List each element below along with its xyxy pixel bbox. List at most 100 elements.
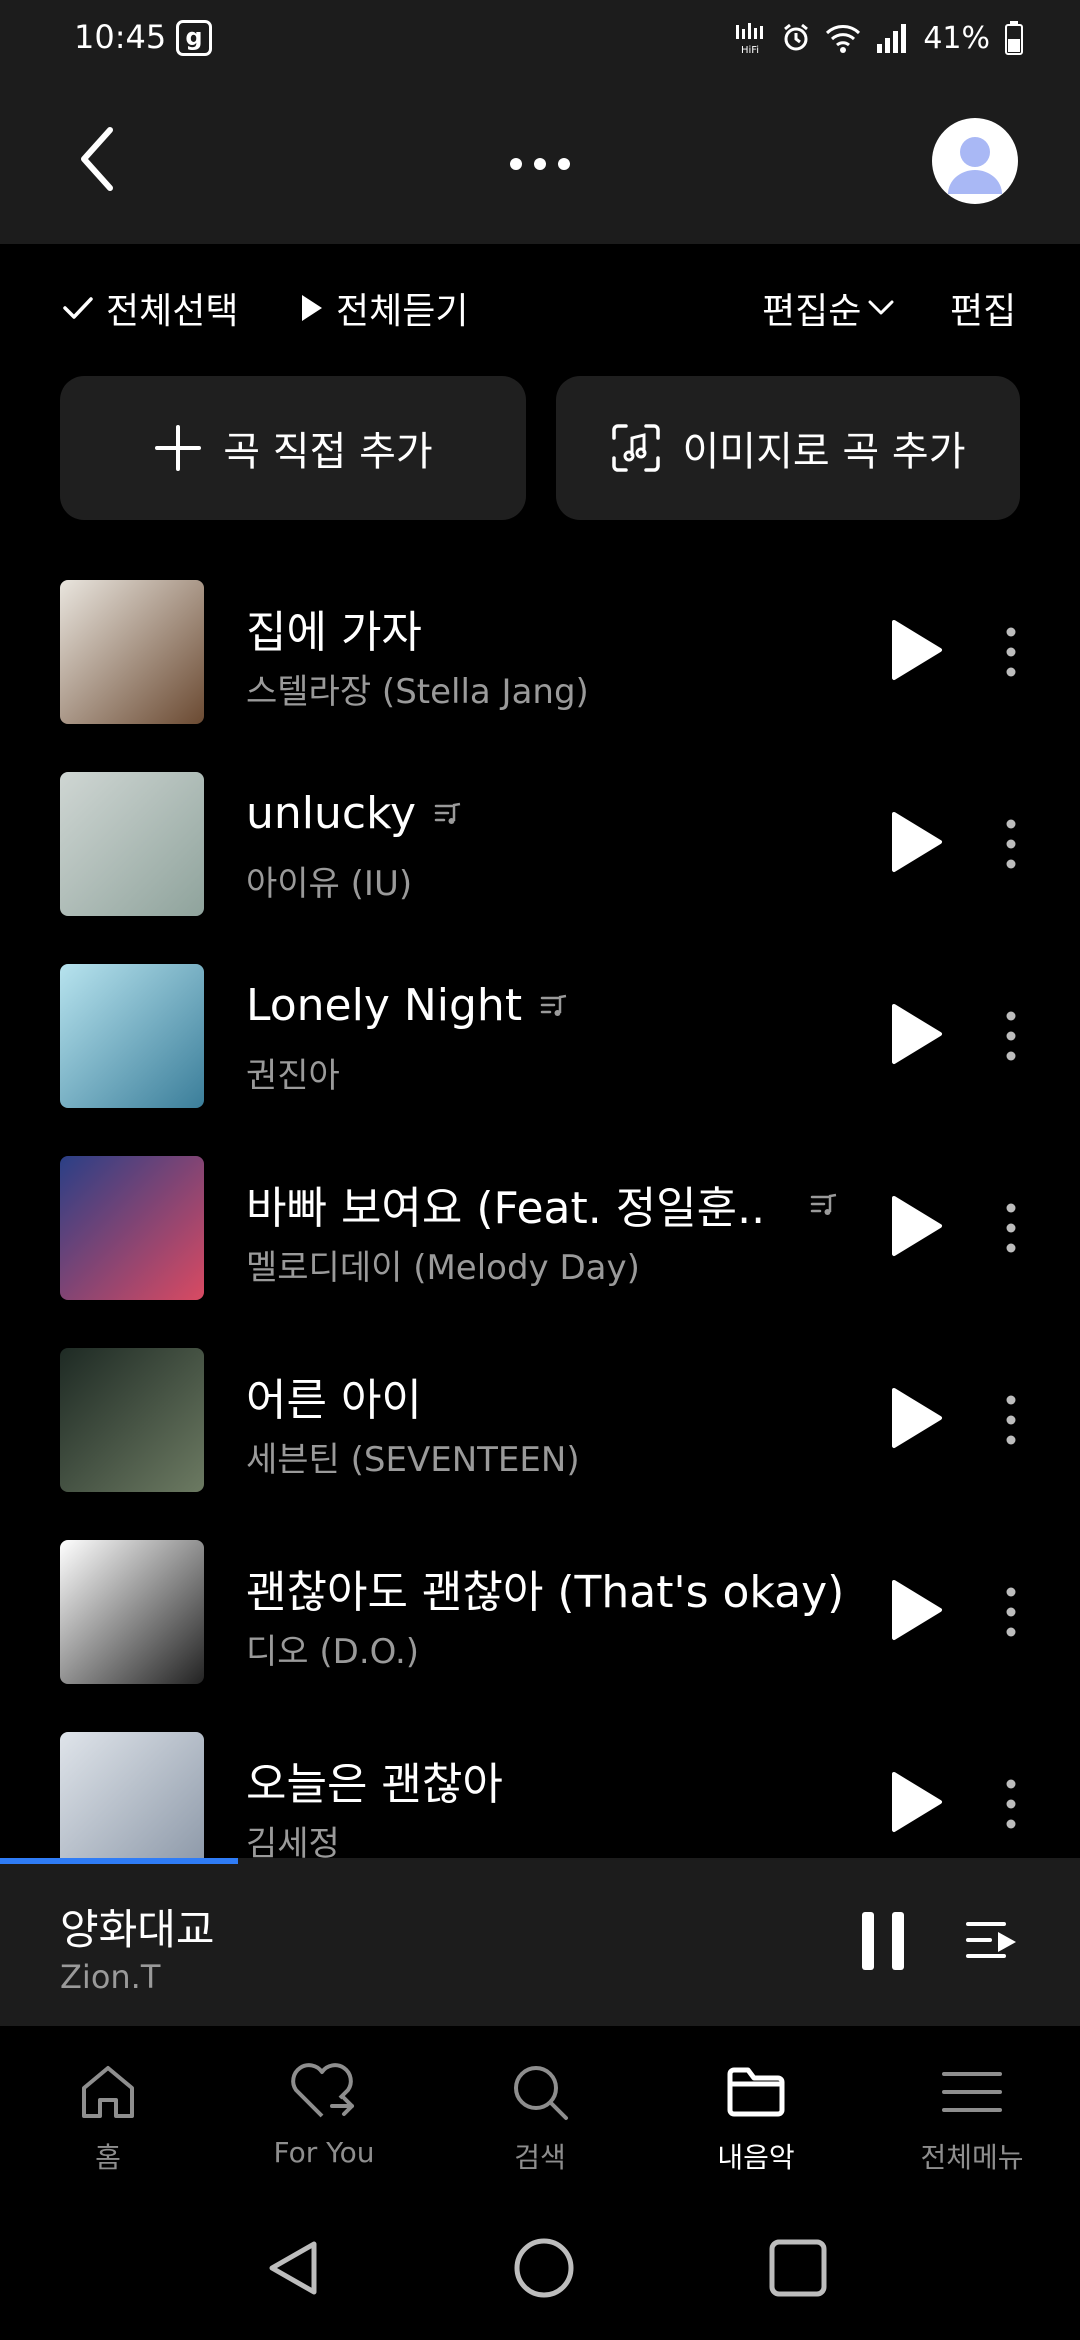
search-icon — [514, 2066, 568, 2120]
nav-search[interactable]: 검색 — [432, 2060, 648, 2190]
song-title: 어른 아이 — [246, 1375, 422, 1426]
album-art[interactable] — [60, 1348, 204, 1492]
song-title-row[interactable]: 어른 아이 — [246, 1364, 422, 1428]
song-artist[interactable]: 세븐틴 (SEVENTEEN) — [246, 1432, 580, 1481]
song-more-button[interactable] — [996, 814, 1026, 874]
song-row[interactable]: Lonely Night 권진아 — [0, 950, 1080, 1142]
song-row[interactable]: unlucky 아이유 (IU) — [0, 758, 1080, 950]
song-artist[interactable]: 멜로디데이 (Melody Day) — [246, 1240, 640, 1289]
nav-home-label: 홈 — [95, 2141, 121, 2174]
song-artist[interactable]: 김세정 — [246, 1816, 340, 1860]
notification-badge: g — [176, 20, 212, 56]
song-title-row[interactable]: Lonely Night — [246, 980, 568, 1031]
album-art[interactable] — [60, 964, 204, 1108]
svg-text:HiFi: HiFi — [741, 45, 759, 55]
system-recents-icon[interactable] — [766, 2236, 830, 2300]
alarm-icon — [784, 23, 809, 51]
system-navigation-bar — [0, 2200, 1080, 2340]
song-title-row[interactable]: 괜찮아도 괜찮아 (That's okay) — [246, 1556, 844, 1620]
song-row[interactable]: 괜찮아도 괜찮아 (That's okay) 디오 (D.O.) — [0, 1526, 1080, 1718]
add-song-direct-button[interactable]: 곡 직접 추가 — [60, 376, 526, 520]
play-song-button[interactable] — [888, 1002, 944, 1066]
song-list: 집에 가자스텔라장 (Stella Jang) unlucky 아이유 (IU) Lo… — [0, 566, 1080, 1860]
mini-player[interactable]: 양화대교 Zion.T — [0, 1864, 1080, 2026]
system-back-icon[interactable] — [262, 2236, 326, 2300]
album-art[interactable] — [60, 1540, 204, 1684]
edit-button[interactable]: 편집 — [950, 282, 1016, 334]
nav-my-music-label: 내음악 — [717, 2141, 795, 2174]
check-icon — [63, 297, 93, 319]
album-art[interactable] — [60, 772, 204, 916]
song-row[interactable]: 오늘은 괜찮아 김세정 — [0, 1718, 1080, 1860]
play-song-button[interactable] — [888, 1386, 944, 1450]
song-title-row[interactable]: 오늘은 괜찮아 — [246, 1748, 503, 1812]
song-title: 집에 가자 — [246, 607, 422, 658]
song-row[interactable]: 어른 아이세븐틴 (SEVENTEEN) — [0, 1334, 1080, 1526]
song-artist[interactable]: 스텔라장 (Stella Jang) — [246, 664, 589, 713]
nav-all-menu[interactable]: 전체메뉴 — [864, 2060, 1080, 2190]
plus-icon — [155, 425, 202, 471]
song-title-row[interactable]: 바빠 보여요 (Feat. 정일훈.. — [246, 1172, 765, 1236]
heart-icon — [291, 2063, 354, 2118]
play-all-label: 전체듣기 — [336, 291, 469, 332]
song-artist[interactable]: 권진아 — [246, 1048, 340, 1097]
add-image-label: 이미지로 곡 추가 — [682, 429, 966, 475]
status-bar: 10:45 g HiFi 41% — [0, 0, 1080, 78]
play-song-button[interactable] — [888, 1578, 944, 1642]
scan-music-icon — [612, 424, 661, 472]
folder-icon — [727, 2067, 785, 2117]
song-artist[interactable]: 아이유 (IU) — [246, 856, 412, 905]
status-icons: HiFi 41% — [733, 16, 1024, 60]
album-art[interactable] — [60, 1732, 204, 1860]
header — [0, 78, 1080, 244]
menu-icon — [942, 2072, 1002, 2112]
nav-for-you[interactable]: For You — [216, 2060, 432, 2190]
add-song-by-image-button[interactable]: 이미지로 곡 추가 — [556, 376, 1020, 520]
wifi-icon — [826, 25, 861, 53]
status-time: 10:45 — [74, 18, 167, 56]
nav-all-menu-label: 전체메뉴 — [920, 2141, 1024, 2174]
nav-search-label: 검색 — [514, 2141, 566, 2174]
avatar[interactable] — [932, 118, 1018, 204]
song-more-button[interactable] — [996, 1390, 1026, 1450]
play-song-button[interactable] — [888, 810, 944, 874]
lyrics-icon — [540, 994, 567, 1016]
play-song-button[interactable] — [888, 1770, 944, 1834]
more-options-button[interactable] — [500, 126, 580, 196]
lyrics-icon — [434, 802, 461, 824]
user-icon — [948, 137, 1002, 194]
battery-percent: 41% — [923, 20, 990, 56]
play-song-button[interactable] — [888, 618, 944, 682]
chevron-down-icon — [868, 300, 894, 315]
lyrics-icon — [810, 1193, 837, 1215]
song-more-button[interactable] — [996, 1582, 1026, 1642]
song-title: 괜찮아도 괜찮아 (That's okay) — [246, 1567, 845, 1618]
song-more-button[interactable] — [996, 1198, 1026, 1258]
select-all-button[interactable]: 전체선택 — [62, 282, 238, 334]
play-all-button[interactable]: 전체듣기 — [300, 282, 468, 334]
sort-label: 편집순 — [762, 291, 862, 332]
hifi-icon: HiFi — [736, 23, 764, 55]
song-more-button[interactable] — [996, 1774, 1026, 1834]
select-all-label: 전체선택 — [106, 291, 239, 332]
album-art[interactable] — [60, 1156, 204, 1300]
play-song-button[interactable] — [888, 1194, 944, 1258]
play-icon — [302, 295, 322, 321]
song-more-button[interactable] — [996, 1006, 1026, 1066]
system-home-icon[interactable] — [512, 2236, 576, 2300]
pause-button[interactable] — [858, 1908, 908, 1974]
song-title: Lonely Night — [246, 980, 523, 1031]
playlist-queue-button[interactable] — [964, 1914, 1020, 1966]
song-row[interactable]: 집에 가자스텔라장 (Stella Jang) — [0, 566, 1080, 758]
song-row[interactable]: 바빠 보여요 (Feat. 정일훈.. 멜로디데이 (Melody Day) — [0, 1142, 1080, 1334]
back-button[interactable] — [60, 114, 140, 204]
song-title-row[interactable]: 집에 가자 — [246, 596, 422, 660]
nav-home[interactable]: 홈 — [0, 2060, 216, 2190]
song-artist[interactable]: 디오 (D.O.) — [246, 1624, 419, 1673]
album-art[interactable] — [60, 580, 204, 724]
now-playing-artist: Zion.T — [60, 1958, 161, 1996]
nav-my-music[interactable]: 내음악 — [648, 2060, 864, 2190]
song-title-row[interactable]: unlucky — [246, 788, 462, 839]
song-more-button[interactable] — [996, 622, 1026, 682]
sort-dropdown[interactable]: 편집순 — [762, 282, 895, 334]
